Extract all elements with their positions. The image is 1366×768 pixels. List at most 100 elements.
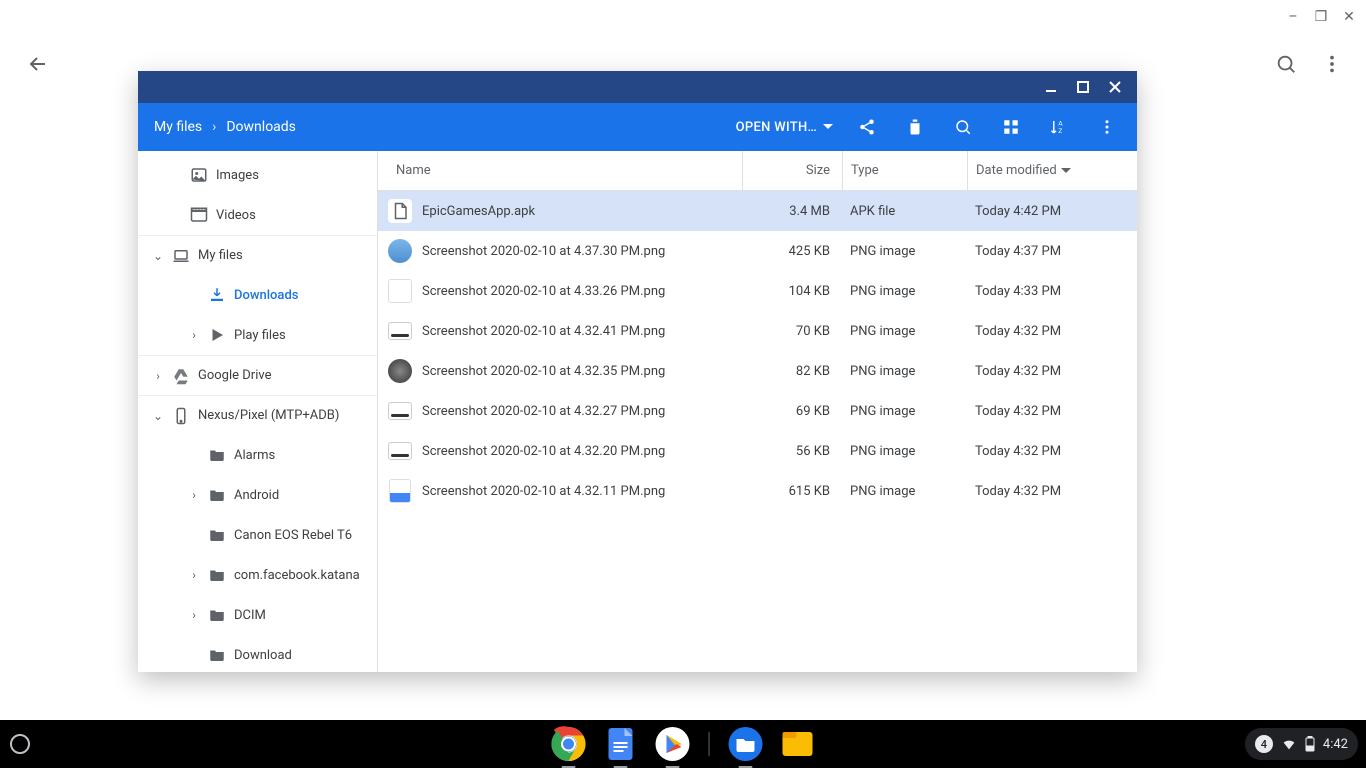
- open-with-button[interactable]: OPEN WITH…: [728, 120, 841, 135]
- sidebar-item-download[interactable]: Download: [138, 635, 377, 672]
- file-date: Today 4:42 PM: [967, 204, 1137, 219]
- file-date: Today 4:32 PM: [967, 484, 1137, 499]
- sidebar-item-com-facebook-katana[interactable]: ›com.facebook.katana: [138, 555, 377, 595]
- sidebar-item-label: Videos: [216, 208, 256, 223]
- share-button[interactable]: [845, 103, 889, 151]
- sidebar-item-my-files[interactable]: ⌄My files: [138, 235, 377, 275]
- app-chrome[interactable]: [549, 724, 589, 764]
- laptop-icon: [170, 247, 192, 265]
- app-files-blue[interactable]: [726, 724, 766, 764]
- sidebar-item-label: Downloads: [234, 288, 298, 303]
- sidebar-item-videos[interactable]: Videos: [138, 195, 377, 235]
- expand-icon[interactable]: ›: [182, 608, 206, 622]
- file-size: 425 KB: [742, 244, 842, 259]
- sort-button[interactable]: AZ: [1037, 103, 1081, 151]
- file-name: Screenshot 2020-02-10 at 4.37.30 PM.png: [422, 244, 742, 259]
- shelf-separator: [709, 732, 710, 756]
- file-row[interactable]: Screenshot 2020-02-10 at 4.33.26 PM.png1…: [378, 271, 1137, 311]
- file-name: Screenshot 2020-02-10 at 4.32.41 PM.png: [422, 324, 742, 339]
- expand-icon[interactable]: ›: [182, 488, 206, 502]
- sidebar-item-label: DCIM: [234, 608, 266, 623]
- column-type[interactable]: Type: [842, 151, 967, 190]
- app-docs[interactable]: [601, 724, 641, 764]
- back-button[interactable]: [26, 52, 50, 76]
- video-icon: [188, 206, 210, 224]
- expand-icon[interactable]: ›: [146, 369, 170, 383]
- files-titlebar: [138, 71, 1137, 103]
- open-with-label: OPEN WITH…: [736, 120, 817, 135]
- expand-icon[interactable]: ›: [182, 568, 206, 582]
- file-date: Today 4:32 PM: [967, 404, 1137, 419]
- file-row[interactable]: Screenshot 2020-02-10 at 4.37.30 PM.png4…: [378, 231, 1137, 271]
- more-menu-icon[interactable]: [1320, 52, 1344, 76]
- file-thumbnail: [388, 239, 412, 263]
- toolbar-search-button[interactable]: [941, 103, 985, 151]
- window-maximize-icon[interactable]: ❐: [1312, 8, 1330, 26]
- launcher-button[interactable]: [0, 720, 40, 768]
- sidebar-item-dcim[interactable]: › DCIM: [138, 595, 377, 635]
- file-row[interactable]: Screenshot 2020-02-10 at 4.32.11 PM.png6…: [378, 471, 1137, 511]
- file-type: PNG image: [842, 244, 967, 259]
- file-name: EpicGamesApp.apk: [422, 204, 742, 219]
- drive-icon: [170, 367, 192, 385]
- expand-icon[interactable]: ⌄: [146, 409, 170, 423]
- sidebar-item-google-drive[interactable]: ›Google Drive: [138, 355, 377, 395]
- view-grid-button[interactable]: [989, 103, 1033, 151]
- file-row[interactable]: EpicGamesApp.apk3.4 MBAPK fileToday 4:42…: [378, 191, 1137, 231]
- file-name: Screenshot 2020-02-10 at 4.32.11 PM.png: [422, 484, 742, 499]
- file-size: 82 KB: [742, 364, 842, 379]
- sidebar-item-label: Canon EOS Rebel T6: [234, 528, 352, 543]
- sidebar-item-label: Android: [234, 488, 279, 503]
- file-date: Today 4:32 PM: [967, 364, 1137, 379]
- sidebar-item-downloads[interactable]: Downloads: [138, 275, 377, 315]
- files-close-button[interactable]: [1099, 71, 1131, 103]
- file-type: PNG image: [842, 324, 967, 339]
- sidebar-item-images[interactable]: Images: [138, 155, 377, 195]
- files-minimize-button[interactable]: [1035, 71, 1067, 103]
- column-name[interactable]: Name: [378, 151, 742, 190]
- file-row[interactable]: Screenshot 2020-02-10 at 4.32.41 PM.png7…: [378, 311, 1137, 351]
- toolbar-more-button[interactable]: [1085, 103, 1129, 151]
- column-date[interactable]: Date modified: [967, 151, 1137, 190]
- breadcrumb-current[interactable]: Downloads: [226, 119, 296, 135]
- file-list: Name Size Type Date modified EpicGamesAp…: [378, 151, 1137, 672]
- expand-icon[interactable]: ›: [182, 328, 206, 342]
- app-play-store[interactable]: [653, 724, 693, 764]
- folder-icon: [206, 446, 228, 464]
- file-thumbnail: [388, 399, 412, 423]
- play-icon: [206, 326, 228, 344]
- folder-icon: [206, 526, 228, 544]
- window-close-icon[interactable]: ✕: [1340, 8, 1358, 26]
- file-row[interactable]: Screenshot 2020-02-10 at 4.32.27 PM.png6…: [378, 391, 1137, 431]
- file-thumbnail: [388, 479, 412, 503]
- sidebar-item-android[interactable]: › Android: [138, 475, 377, 515]
- window-minimize-icon[interactable]: –: [1284, 8, 1302, 26]
- folder-icon: [206, 566, 228, 584]
- folder-icon: [206, 486, 228, 504]
- sidebar-item-alarms[interactable]: Alarms: [138, 435, 377, 475]
- file-size: 104 KB: [742, 284, 842, 299]
- file-name: Screenshot 2020-02-10 at 4.33.26 PM.png: [422, 284, 742, 299]
- sidebar-item-canon-eos-rebel-t6[interactable]: Canon EOS Rebel T6: [138, 515, 377, 555]
- sidebar-item-play-files[interactable]: ›Play files: [138, 315, 377, 355]
- sidebar-item-nexus-pixel-mtp-adb-[interactable]: ⌄ Nexus/Pixel (MTP+ADB): [138, 395, 377, 435]
- column-size[interactable]: Size: [742, 151, 842, 190]
- folder-icon: [206, 606, 228, 624]
- sidebar-item-label: Nexus/Pixel (MTP+ADB): [198, 408, 339, 423]
- file-row[interactable]: Screenshot 2020-02-10 at 4.32.20 PM.png5…: [378, 431, 1137, 471]
- battery-icon: [1305, 736, 1315, 752]
- app-files-yellow[interactable]: [778, 724, 818, 764]
- expand-icon[interactable]: ⌄: [146, 249, 170, 263]
- search-icon[interactable]: [1274, 52, 1298, 76]
- delete-button[interactable]: [893, 103, 937, 151]
- file-type: PNG image: [842, 444, 967, 459]
- files-maximize-button[interactable]: [1067, 71, 1099, 103]
- sidebar-item-label: Alarms: [234, 448, 275, 463]
- file-date: Today 4:32 PM: [967, 444, 1137, 459]
- file-size: 70 KB: [742, 324, 842, 339]
- breadcrumb-root[interactable]: My files: [154, 119, 202, 135]
- shelf: 4 4:42: [0, 720, 1366, 768]
- file-name: Screenshot 2020-02-10 at 4.32.27 PM.png: [422, 404, 742, 419]
- file-row[interactable]: Screenshot 2020-02-10 at 4.32.35 PM.png8…: [378, 351, 1137, 391]
- system-tray[interactable]: 4 4:42: [1245, 728, 1358, 760]
